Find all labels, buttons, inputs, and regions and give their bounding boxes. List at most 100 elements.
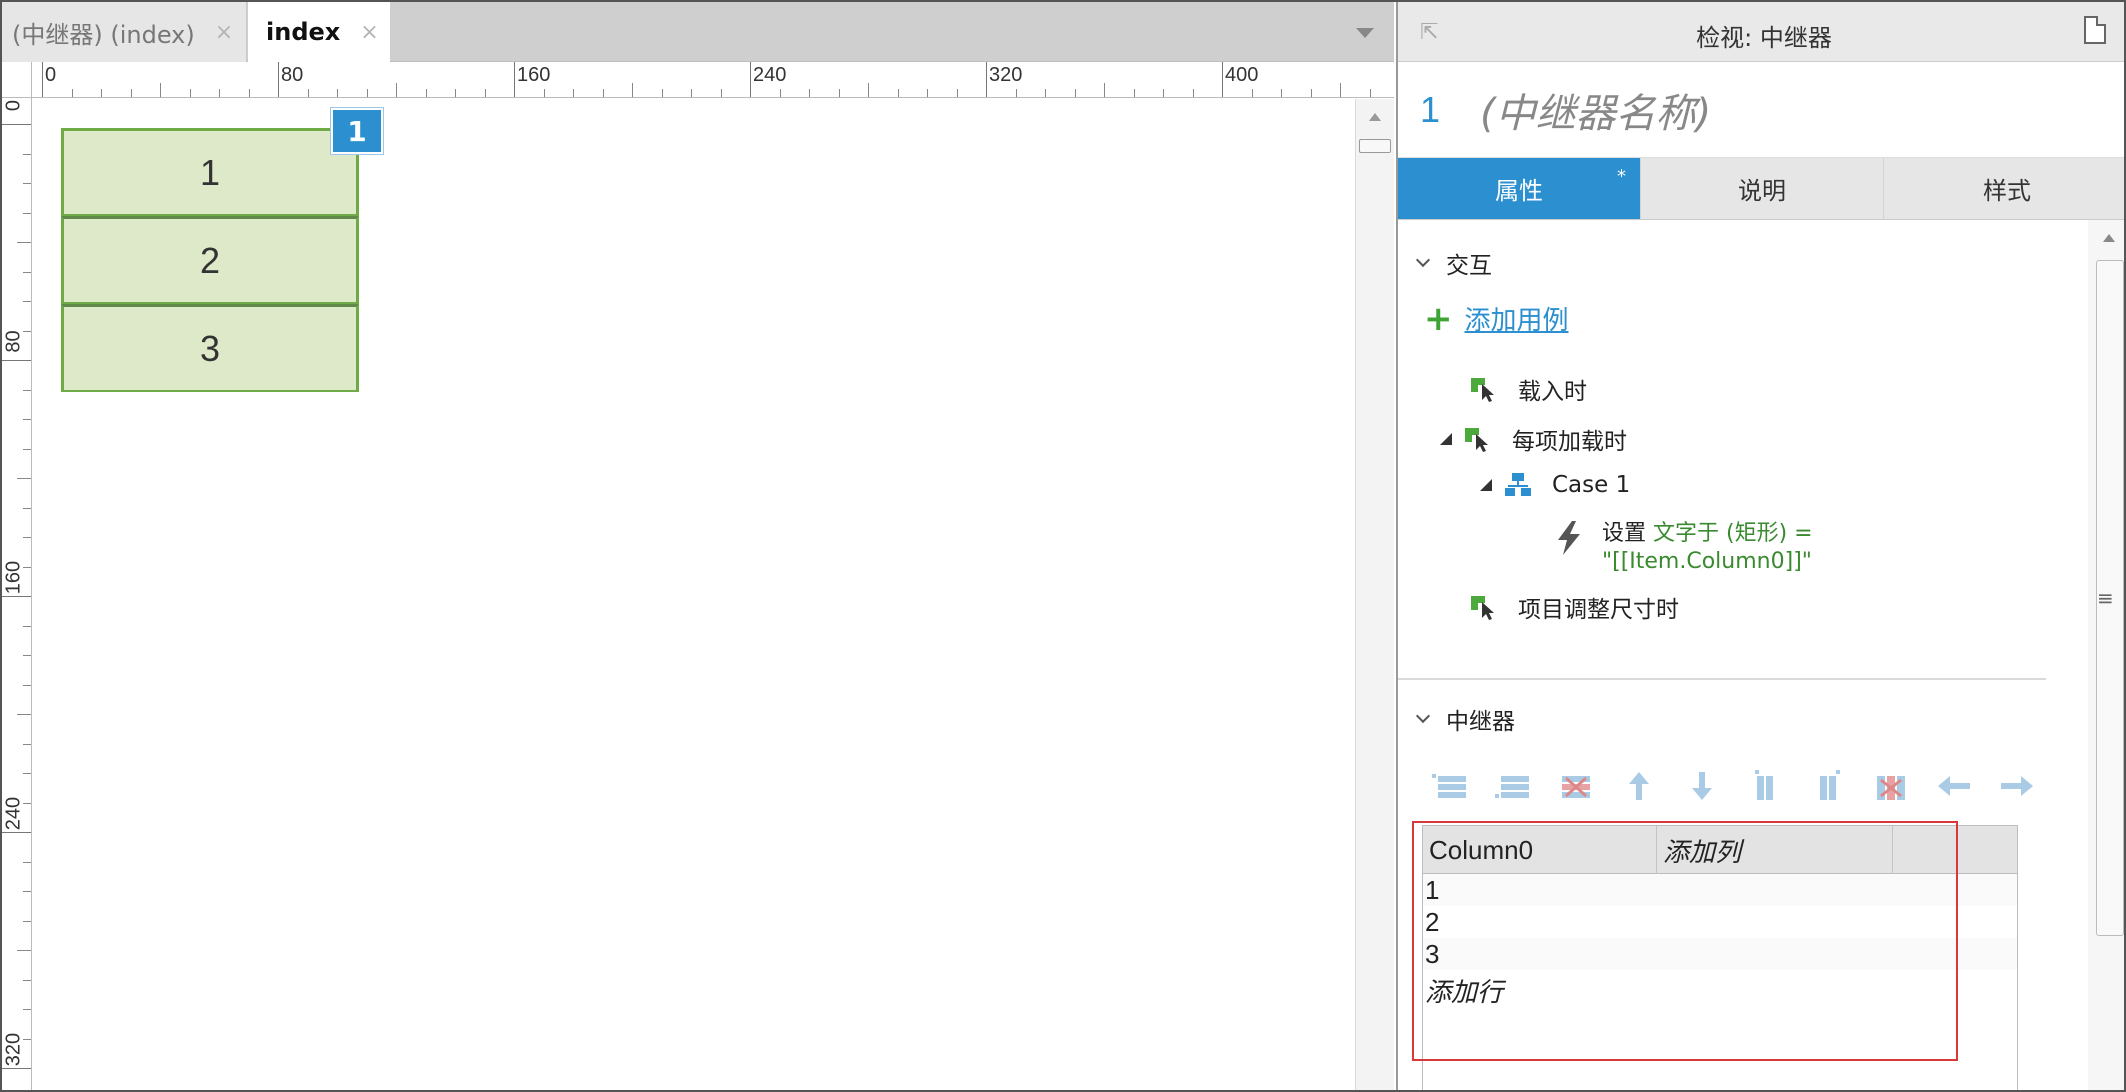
add-row-cell[interactable]: 添加行	[1423, 970, 2017, 1010]
repeater-item[interactable]: 1	[61, 128, 359, 216]
scroll-up-icon[interactable]	[1369, 113, 1381, 121]
add-column-cell[interactable]: 添加列	[1657, 826, 1893, 874]
ruler-tick	[2, 360, 31, 361]
insert-column-right-icon[interactable]	[1808, 768, 1848, 804]
scroll-up-icon[interactable]	[2103, 234, 2115, 242]
canvas-scrollbar[interactable]	[1355, 99, 1394, 1090]
ruler-corner	[2, 62, 32, 98]
event-item-loaded[interactable]: 每项加载时	[1440, 422, 1627, 456]
move-left-icon[interactable]	[1934, 768, 1974, 804]
widget-name-field[interactable]: (中继器名称)	[1480, 81, 1711, 139]
section-title: 交互	[1446, 253, 1492, 279]
event-label: 项目调整尺寸时	[1518, 597, 1679, 623]
page-icon[interactable]	[2084, 16, 2106, 44]
ruler-tick	[2, 1068, 31, 1069]
table-row[interactable]: 3	[1423, 938, 2017, 970]
tab-style[interactable]: 样式	[1884, 158, 2124, 219]
action-text: 设置 文字于 (矩形) = "[[Item.Column0]]"	[1602, 520, 1813, 576]
ruler-tick	[23, 271, 31, 273]
ruler-label: 0	[45, 64, 57, 86]
insert-row-below-icon[interactable]	[1493, 768, 1533, 804]
close-icon[interactable]: ×	[360, 20, 378, 45]
ruler-tick	[17, 950, 31, 951]
ruler-label: 320	[989, 64, 1023, 86]
event-item-resized[interactable]: 项目调整尺寸时	[1470, 590, 1679, 624]
widget-number-badge: 1	[331, 108, 383, 154]
tab-label: index	[266, 18, 341, 46]
ruler-tick	[750, 62, 751, 97]
grip-icon: ≡	[2097, 586, 2114, 610]
inspector-tabs: 属性 * 说明 样式	[1398, 158, 2124, 220]
expand-triangle-icon[interactable]	[1440, 433, 1452, 445]
action-expression: "[[Item.Column0]]"	[1602, 549, 1812, 574]
ruler-tick	[23, 743, 31, 745]
tab-dropdown-icon[interactable]	[1356, 28, 1374, 38]
ruler-tick	[1281, 89, 1282, 97]
action-row[interactable]: 设置 文字于 (矩形) = "[[Item.Column0]]"	[1554, 520, 1813, 576]
ruler-tick	[189, 89, 191, 97]
close-icon[interactable]: ×	[215, 20, 233, 45]
table-row[interactable]: 2	[1423, 906, 2017, 938]
tab-label: 属性	[1495, 177, 1543, 205]
case-row[interactable]: Case 1	[1480, 472, 1630, 498]
event-cursor-icon	[1471, 378, 1494, 402]
inspector-body: 交互 + 添加用例 载入时 每项加载时 Case 1 设置 文字于 (矩形) =…	[1398, 220, 2088, 1090]
table-row[interactable]: 1	[1423, 874, 2017, 906]
add-case-link[interactable]: 添加用例	[1465, 300, 1569, 337]
ruler-tick	[1310, 89, 1312, 97]
ruler-tick	[691, 89, 692, 97]
ruler-tick	[23, 153, 31, 155]
widget-number: 1	[1420, 88, 1441, 130]
interactions-section-header[interactable]: 交互	[1415, 246, 1492, 280]
ruler-label: 80	[2, 330, 25, 353]
tab-index[interactable]: index ×	[248, 2, 390, 62]
ruler-tick	[1163, 89, 1164, 97]
delete-row-icon[interactable]	[1556, 768, 1596, 804]
add-case-link-row[interactable]: + 添加用例	[1424, 300, 1569, 337]
repeater-dataset-grid[interactable]: Column0 添加列 1 2 3 添加行	[1422, 825, 2018, 1090]
tab-repeater-index[interactable]: (中继器) (index) ×	[2, 2, 247, 62]
case-label: Case 1	[1552, 472, 1631, 498]
expand-triangle-icon[interactable]	[1480, 479, 1492, 491]
ruler-tick	[23, 301, 31, 302]
ruler-tick	[1133, 89, 1135, 97]
event-cursor-icon	[1465, 428, 1488, 452]
ruler-tick	[396, 83, 397, 97]
tab-notes[interactable]: 说明	[1641, 158, 1884, 219]
ruler-tick	[42, 62, 43, 97]
move-right-icon[interactable]	[1997, 768, 2037, 804]
repeater-section-header[interactable]: 中继器	[1415, 702, 1515, 736]
column-header[interactable]: Column0	[1423, 826, 1657, 874]
repeater-item[interactable]: 3	[61, 304, 359, 392]
ruler-tick	[514, 62, 515, 97]
ruler-tick	[307, 89, 309, 97]
delete-column-icon[interactable]	[1871, 768, 1911, 804]
ruler-tick	[23, 183, 31, 184]
design-canvas[interactable]: 1 2 3	[33, 99, 1355, 1090]
ruler-tick	[2, 124, 31, 125]
insert-column-left-icon[interactable]	[1745, 768, 1785, 804]
insert-row-above-icon[interactable]	[1430, 768, 1470, 804]
tab-properties[interactable]: 属性 *	[1398, 158, 1641, 219]
ruler-tick	[602, 89, 604, 97]
ruler-tick	[219, 89, 220, 97]
move-down-icon[interactable]	[1682, 768, 1722, 804]
ruler-tick	[1369, 89, 1371, 97]
ruler-tick	[23, 1009, 31, 1010]
move-up-icon[interactable]	[1619, 768, 1659, 804]
event-on-load[interactable]: 载入时	[1470, 372, 1587, 406]
ruler-tick	[337, 89, 338, 97]
inspector-title: 检视: 中继器	[1696, 24, 1832, 52]
tab-label: 说明	[1738, 177, 1786, 205]
ruler-tick	[838, 89, 840, 97]
repeater-item[interactable]: 2	[61, 216, 359, 304]
ruler-tick	[23, 507, 31, 509]
scroll-thumb[interactable]	[1359, 139, 1391, 153]
ruler-tick	[1222, 62, 1223, 97]
ruler-tick	[23, 920, 31, 922]
ruler-tick	[425, 89, 427, 97]
ruler-tick	[130, 89, 132, 97]
inspector-scrollbar[interactable]: ≡	[2088, 220, 2124, 1090]
repeater-widget[interactable]: 1 2 3	[61, 128, 359, 392]
ruler-tick	[1074, 89, 1076, 97]
